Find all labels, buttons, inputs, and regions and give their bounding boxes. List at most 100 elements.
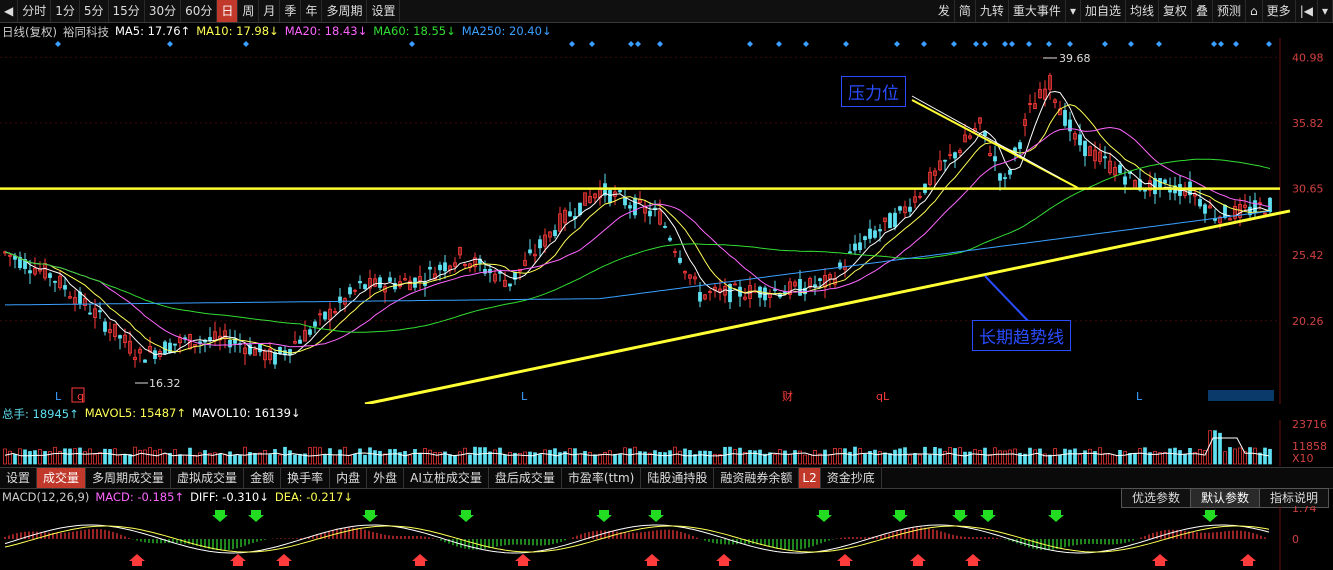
indicator-tab[interactable]: 融资融券余额 xyxy=(714,468,800,488)
buy-arrow-icon xyxy=(965,554,981,566)
candle-body xyxy=(568,211,572,217)
tab-quarterly[interactable]: 季 xyxy=(280,0,302,22)
volume-bar xyxy=(1038,448,1042,465)
candle-body xyxy=(1118,164,1122,174)
sell-arrow-icon xyxy=(1048,510,1064,522)
candle-body xyxy=(888,213,892,229)
tab-multi-period[interactable]: 多周期 xyxy=(322,0,368,22)
indicator-tab[interactable]: 市盈率(ttm) xyxy=(562,468,642,488)
candle-body xyxy=(53,281,57,283)
indicator-tab[interactable]: 成交量 xyxy=(37,468,87,488)
volume-bar xyxy=(898,448,902,465)
candle-body xyxy=(1163,179,1167,184)
indicator-tab[interactable]: L2 xyxy=(799,468,821,488)
volume-bar xyxy=(1078,454,1082,465)
volume-bar xyxy=(623,447,627,465)
indicator-tabs: 设置 成交量 多周期成交量 虚拟成交量 金额 换手率 内盘 外盘 AI立桩成交量 盘后成交量 市盈率… xyxy=(0,467,1333,489)
indicator-tab[interactable]: 换手率 xyxy=(281,468,331,488)
volume-bar xyxy=(298,453,302,465)
volume-bar xyxy=(353,453,357,465)
indicator-tab[interactable]: 内盘 xyxy=(330,468,368,488)
candle-body xyxy=(48,273,52,278)
tab-intraday[interactable]: 分时 xyxy=(18,0,52,22)
indicator-tab[interactable]: 盘后成交量 xyxy=(489,468,562,488)
buy-arrow-icon xyxy=(276,554,292,566)
default-params-button[interactable]: 默认参数 xyxy=(1189,488,1260,508)
volume-bar xyxy=(843,448,847,465)
simple-button[interactable]: 简 xyxy=(955,0,976,22)
tab-60min[interactable]: 60分 xyxy=(181,0,218,22)
volume-bar xyxy=(493,449,497,465)
candle-body xyxy=(953,152,957,159)
macd-chart[interactable]: 1.74 0 xyxy=(0,506,1333,570)
volume-bar xyxy=(908,454,912,465)
volume-bar xyxy=(1033,449,1037,465)
indicator-tab[interactable]: 多周期成交量 xyxy=(86,468,172,488)
candle-body xyxy=(1158,178,1162,189)
tab-5min[interactable]: 5分 xyxy=(80,0,109,22)
forecast-button[interactable]: 预测 xyxy=(1213,0,1247,22)
volume-bar xyxy=(893,449,897,465)
volume-chart[interactable]: 2371611858X10 xyxy=(0,420,1333,466)
candle-body xyxy=(773,289,777,291)
indicator-tab[interactable]: AI立桩成交量 xyxy=(404,468,489,488)
volume-bar xyxy=(173,449,177,465)
adjust-button[interactable]: 复权 xyxy=(1159,0,1193,22)
indicator-help-button[interactable]: 指标说明 xyxy=(1258,488,1329,508)
tab-yearly[interactable]: 年 xyxy=(301,0,323,22)
tab-weekly[interactable]: 周 xyxy=(238,0,260,22)
ma-button[interactable]: 均线 xyxy=(1126,0,1159,22)
volume-bar xyxy=(1143,447,1147,465)
more-button[interactable]: 更多 xyxy=(1263,0,1296,22)
candle-body xyxy=(1198,199,1202,207)
volume-bar xyxy=(98,452,102,465)
sell-arrow-icon xyxy=(648,510,664,522)
candle-body xyxy=(578,202,582,215)
volume-bar xyxy=(658,451,662,465)
volume-bar xyxy=(268,454,272,465)
candle-body xyxy=(623,197,627,206)
indicator-tab[interactable]: 资金抄底 xyxy=(821,468,882,488)
add-watchlist-button[interactable]: 加自选 xyxy=(1081,0,1126,22)
tab-monthly[interactable]: 月 xyxy=(259,0,281,22)
indicator-tab[interactable]: 设置 xyxy=(0,468,38,488)
indicator-tab[interactable]: 金额 xyxy=(244,468,282,488)
post-button[interactable]: 发 xyxy=(934,0,955,22)
nine-turn-button[interactable]: 九转 xyxy=(976,0,1009,22)
dea-value: DEA: -0.217↓ xyxy=(274,490,353,504)
volume-bar xyxy=(1233,448,1237,465)
indicator-tab[interactable]: 外盘 xyxy=(367,468,405,488)
indicator-tab[interactable]: 陆股通持股 xyxy=(641,468,715,488)
candle-body xyxy=(28,270,32,274)
tab-daily[interactable]: 日 xyxy=(217,0,239,22)
indicator-tab[interactable]: 虚拟成交量 xyxy=(171,468,245,488)
tab-30min[interactable]: 30分 xyxy=(145,0,182,22)
volume-bar xyxy=(698,450,702,465)
tab-15min[interactable]: 15分 xyxy=(109,0,145,22)
overlay-button[interactable]: 叠 xyxy=(1192,0,1214,22)
toolbar-back-icon[interactable]: ◀ xyxy=(0,0,19,22)
major-events-button[interactable]: 重大事件 xyxy=(1009,0,1066,22)
candlestick-chart[interactable]: 40.9835.8230.6525.4220.2639.6816.32L q L 财 q… xyxy=(0,38,1333,404)
candle-body xyxy=(858,242,862,251)
volume-bar xyxy=(788,453,792,465)
menu-dropdown-icon[interactable]: ▾ xyxy=(1318,0,1333,22)
lock-icon[interactable]: ⌂ xyxy=(1246,0,1263,22)
volume-bar xyxy=(318,447,322,465)
candle-body xyxy=(528,249,532,254)
volume-bar xyxy=(963,451,967,465)
candle-body xyxy=(143,359,147,363)
event-marker: L xyxy=(55,390,62,403)
candle-body xyxy=(1003,177,1007,179)
collapse-icon[interactable]: |◀ xyxy=(1296,0,1318,22)
volume-bar xyxy=(1128,452,1132,465)
volume-bar xyxy=(118,454,122,465)
tab-settings[interactable]: 设置 xyxy=(367,0,401,22)
dropdown-icon[interactable]: ▾ xyxy=(1066,0,1081,22)
volume-bar xyxy=(1098,447,1102,465)
tab-1min[interactable]: 1分 xyxy=(51,0,80,22)
optimal-params-button[interactable]: 优选参数 xyxy=(1120,488,1191,508)
event-marker: q xyxy=(77,390,84,403)
volume-bar xyxy=(178,454,182,465)
volume-bar xyxy=(568,448,572,465)
